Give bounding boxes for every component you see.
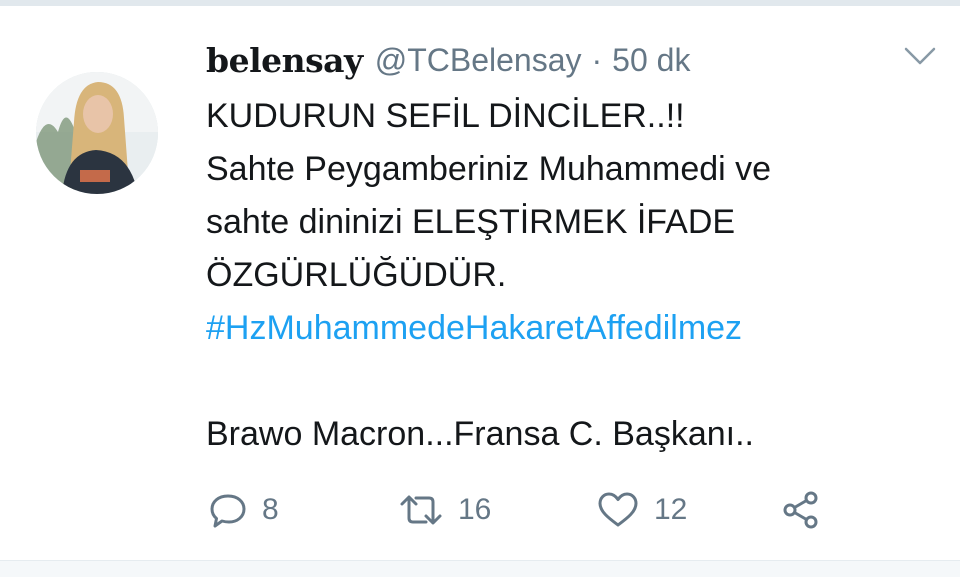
reply-count: 8 [262, 493, 279, 526]
user-handle[interactable]: @TCBelensay [375, 42, 582, 79]
hashtag-link[interactable]: #HzMuhammedeHakaretAffedilmez [206, 302, 926, 355]
display-name[interactable]: belensay [206, 41, 363, 80]
reply-icon [208, 490, 248, 530]
tweet-line: Brawo Macron...Fransa C. Başkanı.. [206, 415, 754, 453]
tweet-line: KUDURUN SEFİL DİNCİLER..!! [206, 97, 685, 135]
top-divider [0, 0, 960, 6]
heart-icon [596, 490, 640, 530]
tweet-body: KUDURUN SEFİL DİNCİLER..!! Sahte Peygamb… [206, 90, 926, 461]
tweet-line: sahte dininizi ELEŞTİRMEK İFADE [206, 203, 736, 241]
reply-button[interactable]: 8 [208, 486, 279, 534]
avatar[interactable] [36, 72, 158, 194]
tweet-line: Sahte Peygamberiniz Muhammedi ve [206, 150, 772, 188]
bottom-divider [0, 560, 960, 577]
separator-dot: · [591, 41, 603, 78]
share-icon [780, 489, 822, 531]
retweet-count: 16 [458, 493, 492, 526]
like-count: 12 [654, 493, 688, 526]
retweet-button[interactable]: 16 [398, 486, 491, 534]
avatar-photo [36, 72, 158, 194]
chevron-down-icon[interactable] [902, 44, 938, 68]
tweet-header: belensay @TCBelensay · 50 dk [206, 40, 690, 80]
share-button[interactable] [780, 486, 822, 534]
tweet-line: ÖZGÜRLÜĞÜDÜR. [206, 256, 507, 294]
retweet-icon [398, 490, 444, 530]
like-button[interactable]: 12 [596, 486, 687, 534]
tweet-actions: 8 16 12 [208, 486, 848, 534]
timestamp[interactable]: 50 dk [612, 42, 690, 79]
